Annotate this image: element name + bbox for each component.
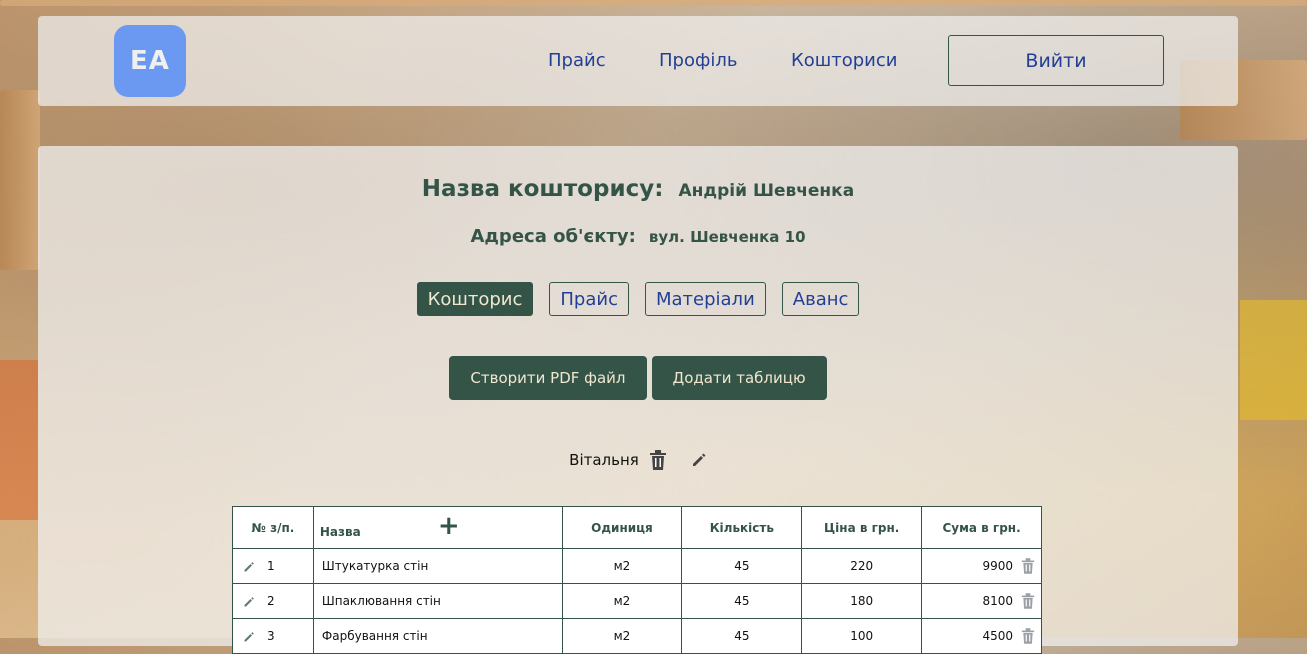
tab-estimate[interactable]: Кошторис (416, 282, 534, 316)
table-row: 3 Фарбування стін м2 45 100 4500 (232, 618, 1042, 654)
trash-icon[interactable] (1021, 558, 1035, 574)
create-pdf-button[interactable]: Створити PDF файл (449, 356, 647, 400)
row-number: 3 (267, 629, 275, 643)
action-bar: Створити PDF файл Додати таблицю (38, 356, 1238, 400)
row-number-cell: 2 (232, 583, 314, 619)
trash-icon[interactable] (649, 450, 667, 470)
pencil-icon[interactable] (243, 596, 255, 608)
column-header-unit: Одиниця (561, 506, 683, 549)
background-decoration (0, 90, 40, 270)
pencil-icon[interactable] (243, 631, 255, 643)
row-unit: м2 (561, 583, 683, 619)
row-unit: м2 (561, 618, 683, 654)
estimate-address-row: Адреса об'єкту: вул. Шевченка 10 (38, 226, 1238, 247)
top-navbar: EA Прайс Профіль Кошториси Вийти (38, 16, 1238, 106)
tab-materials[interactable]: Матеріали (644, 282, 766, 316)
row-name: Шпаклювання стін (312, 583, 563, 619)
add-table-button[interactable]: Додати таблицю (651, 356, 827, 400)
row-quantity: 45 (681, 548, 803, 584)
column-header-name-label: Назва (319, 524, 361, 539)
row-sum-cell: 9900 (921, 548, 1042, 584)
pencil-icon[interactable] (243, 561, 255, 573)
estimate-panel: Назва кошторису: Андрій Шевченка Адреса … (38, 146, 1238, 654)
estimate-table: № з/п. Назва + Одиниця Кількість Ціна в … (232, 506, 1042, 654)
row-name: Фарбування стін (312, 618, 563, 654)
column-header-name: Назва + (312, 506, 563, 549)
row-price: 100 (801, 618, 923, 654)
nav-link-estimates[interactable]: Кошториси (791, 50, 897, 71)
room-header: Вітальня (38, 450, 1238, 470)
estimate-address-value: вул. Шевченка 10 (648, 228, 806, 246)
logo-text: EA (130, 46, 170, 76)
row-number-cell: 1 (232, 548, 314, 584)
table-row: 1 Штукатурка стін м2 45 220 9900 (232, 548, 1042, 584)
pencil-icon[interactable] (691, 452, 707, 468)
row-number-cell: 3 (232, 618, 314, 654)
row-unit: м2 (561, 548, 683, 584)
row-sum: 9900 (982, 559, 1013, 573)
background-decoration (1240, 300, 1307, 420)
row-sum: 4500 (982, 629, 1013, 643)
estimate-name-label: Назва кошторису: (421, 176, 664, 202)
row-price: 220 (801, 548, 923, 584)
row-number: 2 (267, 594, 275, 608)
plus-icon[interactable]: + (438, 513, 460, 539)
background-decoration (0, 360, 38, 520)
logout-button[interactable]: Вийти (948, 35, 1164, 86)
background-decoration (0, 0, 1307, 6)
estimate-tabs: Кошторис Прайс Матеріали Аванс (38, 282, 1238, 316)
column-header-price: Ціна в грн. (801, 506, 923, 549)
row-quantity: 45 (681, 583, 803, 619)
estimate-name-row: Назва кошторису: Андрій Шевченка (38, 176, 1238, 202)
column-header-number: № з/п. (232, 506, 314, 549)
tab-price[interactable]: Прайс (549, 282, 629, 316)
row-quantity: 45 (681, 618, 803, 654)
column-header-sum: Сума в грн. (921, 506, 1042, 549)
trash-icon[interactable] (1021, 628, 1035, 644)
logo[interactable]: EA (114, 25, 186, 97)
row-price: 180 (801, 583, 923, 619)
trash-icon[interactable] (1021, 593, 1035, 609)
tab-advance[interactable]: Аванс (781, 282, 860, 316)
estimate-name-value: Андрій Шевченка (678, 181, 855, 201)
estimate-address-label: Адреса об'єкту: (470, 226, 636, 247)
nav-link-profile[interactable]: Профіль (659, 50, 737, 71)
row-name: Штукатурка стін (312, 548, 563, 584)
row-sum-cell: 4500 (921, 618, 1042, 654)
table-row: 2 Шпаклювання стін м2 45 180 8100 (232, 583, 1042, 619)
row-sum-cell: 8100 (921, 583, 1042, 619)
table-header-row: № з/п. Назва + Одиниця Кількість Ціна в … (232, 506, 1042, 549)
column-header-quantity: Кількість (681, 506, 803, 549)
room-title: Вітальня (569, 451, 639, 469)
row-sum: 8100 (982, 594, 1013, 608)
row-number: 1 (267, 559, 275, 573)
nav-link-price[interactable]: Прайс (548, 50, 606, 71)
